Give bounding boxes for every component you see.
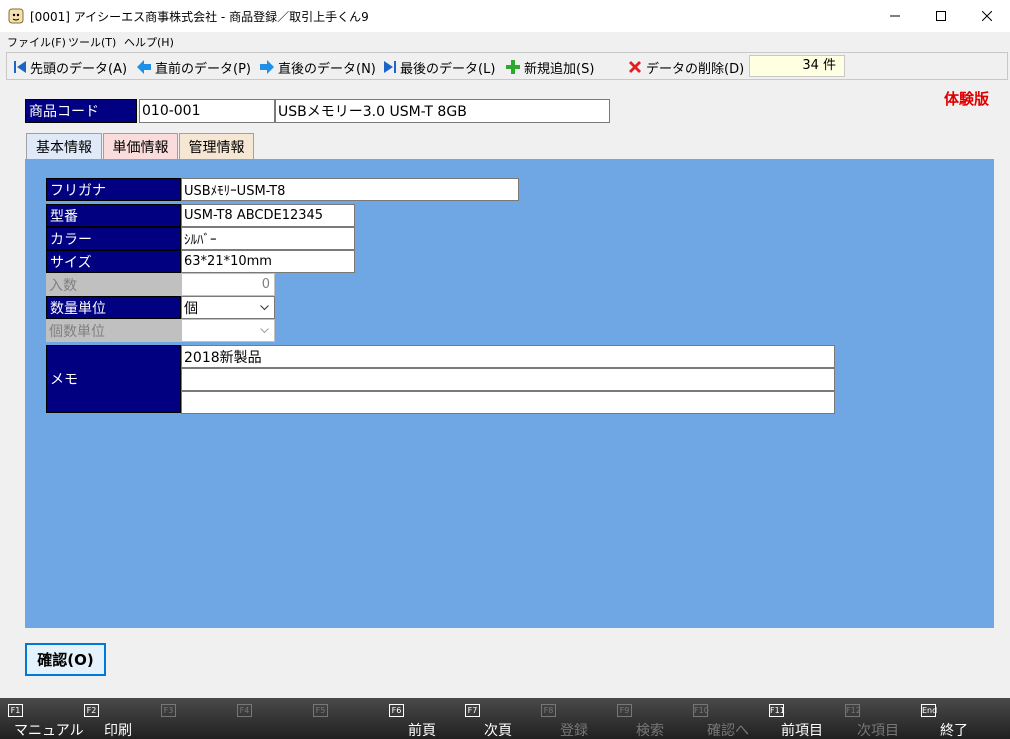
fkey-f12: F12 次項目 bbox=[837, 698, 913, 739]
pieces-unit-label: 個数単位 bbox=[46, 319, 181, 342]
fkey-f4-tag: F4 bbox=[237, 704, 252, 717]
minimize-icon bbox=[890, 15, 900, 16]
toolbar: 先頭のデータ(A) 直前のデータ(P) 直後のデータ(N) 最後のデータ(L) … bbox=[6, 52, 1008, 80]
fkey-end-label: 終了 bbox=[940, 723, 968, 739]
fkey-f10-label: 確認へ bbox=[707, 723, 749, 739]
plus-icon bbox=[506, 60, 520, 74]
model-number-field[interactable]: USM-T8 ABCDE12345 bbox=[181, 204, 355, 227]
fkey-f6-tag: F6 bbox=[389, 704, 404, 717]
fkey-end[interactable]: End 終了 bbox=[913, 698, 989, 739]
fkey-f8: F8 登録 bbox=[533, 698, 609, 739]
fkey-f9-label: 検索 bbox=[636, 723, 664, 739]
delete-record-label: データの削除(D) bbox=[646, 61, 745, 77]
last-record-button[interactable]: 最後のデータ(L) bbox=[383, 57, 495, 77]
fkey-f11[interactable]: F11 前項目 bbox=[761, 698, 837, 739]
tab-price-info[interactable]: 単価情報 bbox=[103, 133, 178, 159]
furigana-field[interactable]: USBﾒﾓﾘｰUSM-T8 bbox=[181, 178, 519, 201]
add-new-button[interactable]: 新規追加(S) bbox=[505, 57, 594, 77]
fkey-f9-tag: F9 bbox=[617, 704, 632, 717]
fkey-f5-tag: F5 bbox=[313, 704, 328, 717]
prev-record-button[interactable]: 直前のデータ(P) bbox=[136, 57, 251, 77]
next-record-label: 直後のデータ(N) bbox=[278, 61, 376, 77]
skip-last-icon bbox=[384, 61, 396, 73]
fkey-f10: F10 確認へ bbox=[685, 698, 761, 739]
fkey-f10-tag: F10 bbox=[693, 704, 709, 717]
tab-basic-info[interactable]: 基本情報 bbox=[26, 133, 102, 159]
close-icon bbox=[982, 10, 992, 21]
next-record-button[interactable]: 直後のデータ(N) bbox=[259, 57, 376, 77]
color-field[interactable]: ｼﾙﾊﾞｰ bbox=[181, 227, 355, 250]
memo-line-3[interactable] bbox=[181, 391, 835, 414]
minimize-button[interactable] bbox=[872, 0, 918, 31]
arrow-left-icon bbox=[137, 60, 151, 74]
first-record-button[interactable]: 先頭のデータ(A) bbox=[13, 57, 127, 77]
fkey-f1[interactable]: F1 マニュアル bbox=[0, 698, 84, 739]
fkey-f3: F3 bbox=[153, 698, 229, 739]
quantity-per-field: 0 bbox=[181, 273, 275, 296]
fkey-f2-tag: F2 bbox=[84, 704, 99, 717]
product-name-field[interactable]: USBメモリー3.0 USM-T 8GB bbox=[275, 99, 610, 123]
size-field[interactable]: 63*21*10mm bbox=[181, 250, 355, 273]
quantity-per-label: 入数 bbox=[46, 273, 181, 296]
title-bar: [0001] アイシーエス商事株式会社 - 商品登録／取引上手くん9 bbox=[0, 0, 1010, 32]
quantity-unit-value: 個 bbox=[184, 300, 198, 317]
tab-management-info[interactable]: 管理情報 bbox=[179, 133, 254, 159]
fkey-f6[interactable]: F6 前頁 bbox=[381, 698, 457, 739]
fkey-f2-label: 印刷 bbox=[104, 723, 132, 739]
size-label: サイズ bbox=[46, 250, 181, 273]
maximize-button[interactable] bbox=[918, 0, 964, 31]
furigana-label: フリガナ bbox=[46, 178, 181, 201]
maximize-icon bbox=[936, 10, 946, 21]
fkey-f2[interactable]: F2 印刷 bbox=[76, 698, 152, 739]
record-count: 34 件 bbox=[749, 55, 845, 77]
fkey-f11-label: 前項目 bbox=[781, 723, 823, 739]
delete-record-button[interactable]: データの削除(D) bbox=[627, 57, 744, 77]
quantity-unit-label: 数量単位 bbox=[46, 296, 181, 319]
app-logo-icon bbox=[8, 8, 24, 24]
fkey-f6-label: 前頁 bbox=[408, 723, 436, 739]
menu-help[interactable]: ヘルプ(H) bbox=[124, 34, 174, 50]
close-button[interactable] bbox=[964, 0, 1010, 31]
fkey-f8-tag: F8 bbox=[541, 704, 556, 717]
last-record-label: 最後のデータ(L) bbox=[400, 61, 496, 77]
fkey-f7-tag: F7 bbox=[465, 704, 480, 717]
menu-tools[interactable]: ツール(T) bbox=[68, 34, 116, 50]
fkey-end-tag: End bbox=[921, 704, 938, 717]
quantity-unit-select[interactable]: 個 bbox=[181, 296, 275, 319]
arrow-right-icon bbox=[260, 60, 274, 74]
model-number-label: 型番 bbox=[46, 204, 181, 227]
fkey-f12-tag: F12 bbox=[845, 704, 861, 717]
fkey-f7-label: 次頁 bbox=[484, 723, 512, 739]
skip-first-icon bbox=[14, 61, 26, 73]
fkey-f1-tag: F1 bbox=[8, 704, 23, 717]
delete-x-icon bbox=[629, 61, 641, 73]
function-key-bar: F1 マニュアル F2 印刷 F3 F4 F5 F6 前頁 F7 次頁 F8 登… bbox=[0, 698, 1010, 739]
product-code-field[interactable]: 010-001 bbox=[139, 99, 275, 123]
window-title: [0001] アイシーエス商事株式会社 - 商品登録／取引上手くん9 bbox=[30, 10, 369, 24]
fkey-f12-label: 次項目 bbox=[857, 723, 899, 739]
memo-label: メモ bbox=[46, 345, 181, 413]
fkey-f8-label: 登録 bbox=[560, 723, 588, 739]
chevron-down-icon bbox=[260, 328, 269, 334]
prev-record-label: 直前のデータ(P) bbox=[155, 61, 251, 77]
fkey-f9: F9 検索 bbox=[609, 698, 685, 739]
trial-version-label: 体験版 bbox=[944, 90, 990, 108]
add-new-label: 新規追加(S) bbox=[524, 61, 595, 77]
fkey-f3-tag: F3 bbox=[161, 704, 176, 717]
memo-line-2[interactable] bbox=[181, 368, 835, 391]
fkey-f4: F4 bbox=[229, 698, 305, 739]
color-label: カラー bbox=[46, 227, 181, 250]
fkey-f5: F5 bbox=[305, 698, 381, 739]
menu-file[interactable]: ファイル(F) bbox=[7, 34, 66, 50]
memo-line-1[interactable]: 2018新製品 bbox=[181, 345, 835, 368]
first-record-label: 先頭のデータ(A) bbox=[30, 61, 128, 77]
confirm-button[interactable]: 確認(O) bbox=[25, 643, 106, 676]
fkey-f7[interactable]: F7 次頁 bbox=[457, 698, 533, 739]
fkey-f1-label: マニュアル bbox=[14, 723, 84, 739]
fkey-f11-tag: F11 bbox=[769, 704, 785, 717]
chevron-down-icon bbox=[260, 305, 269, 311]
menu-bar: ファイル(F) ツール(T) ヘルプ(H) bbox=[0, 32, 1010, 50]
product-code-label: 商品コード bbox=[25, 99, 137, 123]
pieces-unit-select bbox=[181, 319, 275, 342]
